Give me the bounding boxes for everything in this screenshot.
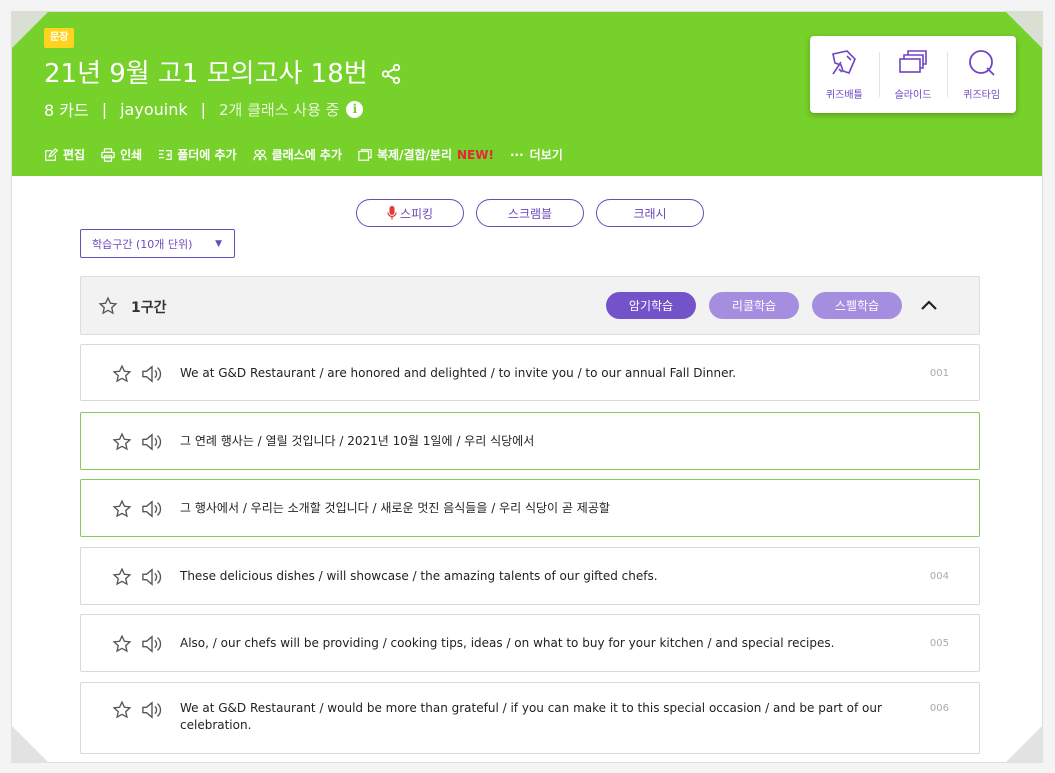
quiz-battle-button[interactable]: 퀴즈배틀 (810, 36, 879, 113)
add-to-folder-label: 폴더에 추가 (177, 148, 237, 162)
card-number: 004 (929, 571, 949, 582)
chevron-up-icon[interactable] (919, 297, 939, 313)
star-icon[interactable] (112, 499, 132, 519)
study-range-select[interactable]: 학습구간 (10개 단위) ▼ (80, 229, 235, 258)
users-icon (252, 149, 267, 160)
more-button[interactable]: ··· 더보기 (510, 146, 563, 163)
print-label: 인쇄 (120, 148, 143, 162)
star-icon[interactable] (112, 432, 132, 452)
speaker-icon[interactable] (141, 432, 163, 452)
share-icon[interactable] (380, 63, 402, 85)
set-title: 21년 9월 고1 모의고사 18번 (44, 59, 368, 89)
class-usage: 2개 클래스 사용 중 (219, 100, 340, 119)
section-study-pills: 암기학습 리콜학습 스펠학습 (606, 292, 915, 319)
study-buttons: 스피킹 스크램블 크래시 (356, 199, 716, 227)
copy-merge-split-label: 복제/결합/분리 (377, 148, 453, 162)
memorize-button[interactable]: 암기학습 (606, 292, 696, 319)
quiz-battle-label: 퀴즈배틀 (825, 90, 863, 101)
meta-separator: | (200, 99, 206, 119)
set-page: 문장 21년 9월 고1 모의고사 18번 8 카드 | jayouink | … (11, 11, 1043, 763)
page-corner-top-left (11, 11, 49, 49)
card-text: Also, / our chefs will be providing / co… (180, 636, 835, 650)
speaking-button[interactable]: 스피킹 (356, 199, 464, 227)
card-count: 8 카드 (44, 101, 89, 120)
card-text: We at G&D Restaurant / are honored and d… (180, 366, 737, 380)
slides-label: 슬라이드 (894, 90, 932, 101)
card-row[interactable]: 그 행사에서 / 우리는 소개할 것입니다 / 새로운 멋진 음식들을 / 우리… (80, 479, 980, 537)
card-text: We at G&D Restaurant / would be more tha… (180, 701, 882, 732)
star-icon[interactable] (112, 567, 132, 587)
speaker-icon[interactable] (141, 364, 163, 384)
study-mode-panel: 퀴즈배틀 슬라이드 퀴즈타임 (810, 36, 1016, 113)
edit-icon (45, 147, 58, 161)
speaking-label: 스피킹 (399, 206, 434, 221)
crash-label: 크래시 (633, 206, 667, 221)
add-to-class-button[interactable]: 클래스에 추가 (252, 146, 342, 163)
meta-separator: | (101, 99, 108, 119)
chevron-down-icon: ▼ (215, 239, 222, 249)
set-actions: 편집 인쇄 폴더에 추가 클래스에 추가 복제/결합/분리 NEW! ··· 더… (44, 146, 579, 163)
print-button[interactable]: 인쇄 (101, 146, 142, 163)
page-corner-top-right (1005, 11, 1043, 49)
slides-button[interactable]: 슬라이드 (878, 36, 948, 113)
edit-label: 편집 (63, 148, 86, 162)
star-icon[interactable] (112, 364, 132, 384)
edit-button[interactable]: 편집 (44, 146, 85, 163)
card-row[interactable]: Also, / our chefs will be providing / co… (80, 614, 980, 672)
quiz-time-icon (968, 50, 995, 76)
set-title-row: 21년 9월 고1 모의고사 18번 (44, 58, 402, 90)
crash-button[interactable]: 크래시 (596, 199, 704, 227)
star-icon[interactable] (98, 296, 118, 316)
add-to-folder-button[interactable]: 폴더에 추가 (158, 146, 237, 163)
copy-merge-split-button[interactable]: 복제/결합/분리 NEW! (358, 146, 494, 163)
speaker-icon[interactable] (141, 700, 163, 720)
slides-icon (899, 50, 927, 73)
card-number: 006 (929, 703, 949, 714)
card-number: 005 (929, 638, 949, 649)
page-corner-bottom-right (1005, 725, 1043, 763)
page-corner-bottom-left (11, 725, 49, 763)
microphone-icon (387, 206, 397, 220)
speaker-icon[interactable] (141, 499, 163, 519)
more-label: 더보기 (529, 148, 563, 162)
copy-icon (358, 148, 372, 161)
set-header: 문장 21년 9월 고1 모의고사 18번 8 카드 | jayouink | … (12, 12, 1042, 176)
author-link[interactable]: jayouink (120, 100, 188, 119)
quiz-battle-icon (832, 50, 857, 75)
speaker-icon[interactable] (141, 634, 163, 654)
spell-button[interactable]: 스펠학습 (812, 292, 902, 319)
new-badge: NEW! (457, 147, 494, 162)
card-row[interactable]: We at G&D Restaurant / would be more tha… (80, 682, 980, 754)
recall-button[interactable]: 리콜학습 (709, 292, 799, 319)
star-icon[interactable] (112, 700, 132, 720)
card-row[interactable]: We at G&D Restaurant / are honored and d… (80, 344, 980, 401)
info-icon[interactable]: i (346, 100, 364, 118)
quiz-time-label: 퀴즈타임 (963, 90, 1001, 101)
card-row[interactable]: 그 연례 행사는 / 열릴 것입니다 / 2021년 10월 1일에 / 우리 … (80, 412, 980, 470)
scramble-button[interactable]: 스크램블 (476, 199, 584, 227)
section-header: 1구간 암기학습 리콜학습 스펠학습 (80, 276, 980, 335)
card-text: 그 연례 행사는 / 열릴 것입니다 / 2021년 10월 1일에 / 우리 … (180, 434, 535, 448)
add-to-class-label: 클래스에 추가 (271, 148, 342, 162)
card-row[interactable]: These delicious dishes / will showcase /… (80, 547, 980, 605)
set-meta: 8 카드 | jayouink | 2개 클래스 사용 중 i (44, 97, 364, 121)
card-number: 001 (929, 368, 949, 379)
more-icon: ··· (509, 147, 524, 162)
print-icon (101, 147, 115, 162)
card-text: 그 행사에서 / 우리는 소개할 것입니다 / 새로운 멋진 음식들을 / 우리… (180, 501, 610, 515)
study-range-value: 학습구간 (10개 단위) (92, 237, 193, 251)
star-icon[interactable] (112, 634, 132, 654)
card-text: These delicious dishes / will showcase /… (180, 569, 658, 583)
section-name: 1구간 (131, 300, 167, 316)
folder-add-icon (159, 149, 172, 160)
speaker-icon[interactable] (141, 567, 163, 587)
scramble-label: 스크램블 (507, 206, 553, 221)
